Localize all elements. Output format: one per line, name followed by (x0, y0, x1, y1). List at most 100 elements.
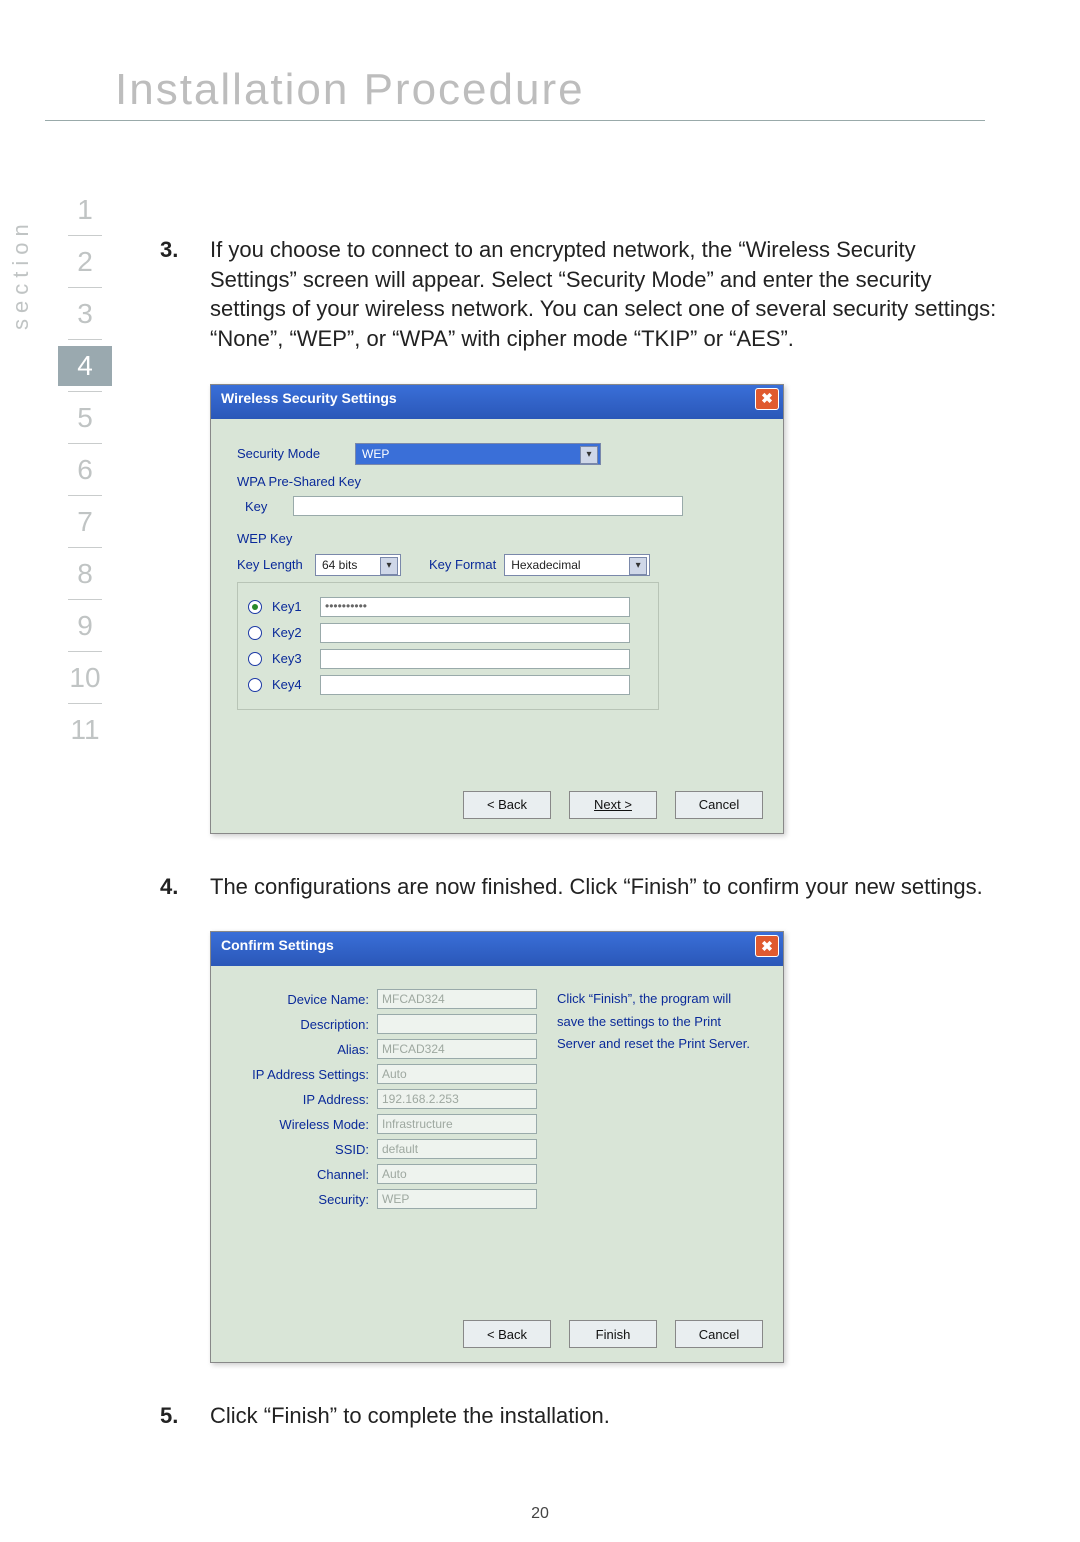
step-text: If you choose to connect to an encrypted… (210, 235, 1000, 354)
confirm-instruction-text: Click “Finish”, the program will save th… (557, 984, 757, 1214)
summary-label: SSID: (335, 1141, 369, 1159)
alias-value: MFCAD324 (377, 1039, 537, 1059)
cancel-label: Cancel (699, 1326, 739, 1344)
wep-key4-radio[interactable] (248, 678, 262, 692)
section-nav-num: 2 (77, 246, 93, 278)
section-nav-num: 7 (77, 506, 93, 538)
summary-label: IP Address Settings: (252, 1066, 369, 1084)
wep-key-row: Key2 (248, 623, 648, 643)
summary-label: Security: (318, 1191, 369, 1209)
ssid-value: default (377, 1139, 537, 1159)
security-mode-label: Security Mode (237, 445, 347, 463)
back-label: < Back (487, 796, 527, 814)
confirm-settings-dialog: Confirm Settings ✖ Device Name:MFCAD324 … (210, 931, 784, 1363)
section-nav-num: 1 (77, 194, 93, 226)
wep-key-row: Key3 (248, 649, 648, 669)
finish-button[interactable]: Finish (569, 1320, 657, 1348)
wpa-key-input[interactable] (293, 496, 683, 516)
cancel-button[interactable]: Cancel (675, 791, 763, 819)
back-button[interactable]: < Back (463, 1320, 551, 1348)
key-format-label: Key Format (429, 556, 496, 574)
chevron-down-icon: ▾ (580, 446, 598, 464)
section-nav-num: 11 (70, 714, 99, 746)
security-mode-value: WEP (362, 446, 389, 462)
section-nav-11[interactable]: 11 (58, 710, 112, 750)
section-nav-num: 5 (77, 402, 93, 434)
section-nav-3[interactable]: 3 (58, 294, 112, 334)
section-nav-num: 6 (77, 454, 93, 486)
section-nav-6[interactable]: 6 (58, 450, 112, 490)
close-icon[interactable]: ✖ (755, 388, 779, 410)
wpa-section-label: WPA Pre-Shared Key (237, 473, 757, 491)
section-nav-num: 4 (77, 350, 93, 382)
key-format-value: Hexadecimal (511, 557, 580, 573)
step-3: 3. If you choose to connect to an encryp… (160, 235, 1000, 354)
ip-settings-value: Auto (377, 1064, 537, 1084)
wireless-mode-value: Infrastructure (377, 1114, 537, 1134)
ip-address-value: 192.168.2.253 (377, 1089, 537, 1109)
wep-key-label: Key3 (272, 650, 312, 668)
step-4: 4. The configurations are now finished. … (160, 872, 1000, 902)
wireless-security-dialog: Wireless Security Settings ✖ Security Mo… (210, 384, 784, 834)
security-value: WEP (377, 1189, 537, 1209)
key-length-select[interactable]: 64 bits ▾ (315, 554, 401, 576)
description-value (377, 1014, 537, 1034)
step-num: 4. (160, 872, 190, 902)
wep-key3-radio[interactable] (248, 652, 262, 666)
wep-key-row: Key1 •••••••••• (248, 597, 648, 617)
section-nav-num: 8 (77, 558, 93, 590)
section-nav-1[interactable]: 1 (58, 190, 112, 230)
wep-key3-input[interactable] (320, 649, 630, 669)
section-nav: section 1 2 3 4 5 6 7 8 9 10 11 (18, 190, 108, 762)
wep-key2-radio[interactable] (248, 626, 262, 640)
step-text: Click “Finish” to complete the installat… (210, 1401, 1000, 1431)
wep-key-label: Key2 (272, 624, 312, 642)
section-nav-num: 3 (77, 298, 93, 330)
section-nav-9[interactable]: 9 (58, 606, 112, 646)
step-num: 3. (160, 235, 190, 265)
next-button[interactable]: Next > (569, 791, 657, 819)
wep-key-label: Key4 (272, 676, 312, 694)
summary-label: Alias: (337, 1041, 369, 1059)
key-format-select[interactable]: Hexadecimal ▾ (504, 554, 650, 576)
dialog-title: Wireless Security Settings (221, 390, 397, 406)
page-title: Installation Procedure (115, 65, 585, 115)
dialog-titlebar: Confirm Settings ✖ (211, 932, 783, 966)
chevron-down-icon: ▾ (380, 557, 398, 575)
key-length-label: Key Length (237, 556, 307, 574)
summary-label: Description: (300, 1016, 369, 1034)
section-label: section (8, 218, 34, 330)
cancel-button[interactable]: Cancel (675, 1320, 763, 1348)
summary-label: IP Address: (303, 1091, 369, 1109)
security-mode-select[interactable]: WEP ▾ (355, 443, 601, 465)
wep-key4-input[interactable] (320, 675, 630, 695)
device-name-value: MFCAD324 (377, 989, 537, 1009)
section-nav-4[interactable]: 4 (58, 346, 112, 386)
section-nav-10[interactable]: 10 (58, 658, 112, 698)
wep-key1-input[interactable]: •••••••••• (320, 597, 630, 617)
next-label: Next > (594, 796, 632, 814)
wep-key2-input[interactable] (320, 623, 630, 643)
step-num: 5. (160, 1401, 190, 1431)
back-label: < Back (487, 1326, 527, 1344)
key-length-value: 64 bits (322, 557, 357, 573)
page-number: 20 (0, 1505, 1080, 1523)
title-rule (45, 120, 985, 121)
dialog-titlebar: Wireless Security Settings ✖ (211, 385, 783, 419)
chevron-down-icon: ▾ (629, 557, 647, 575)
section-nav-2[interactable]: 2 (58, 242, 112, 282)
wep-key1-radio[interactable] (248, 600, 262, 614)
cancel-label: Cancel (699, 796, 739, 814)
section-nav-5[interactable]: 5 (58, 398, 112, 438)
wpa-key-label: Key (245, 498, 285, 516)
section-nav-7[interactable]: 7 (58, 502, 112, 542)
close-icon[interactable]: ✖ (755, 935, 779, 957)
section-nav-num: 10 (69, 662, 100, 694)
dialog-title: Confirm Settings (221, 937, 334, 953)
summary-label: Wireless Mode: (279, 1116, 369, 1134)
step-text: The configurations are now finished. Cli… (210, 872, 1000, 902)
section-nav-8[interactable]: 8 (58, 554, 112, 594)
summary-label: Channel: (317, 1166, 369, 1184)
summary-label: Device Name: (287, 991, 369, 1009)
back-button[interactable]: < Back (463, 791, 551, 819)
